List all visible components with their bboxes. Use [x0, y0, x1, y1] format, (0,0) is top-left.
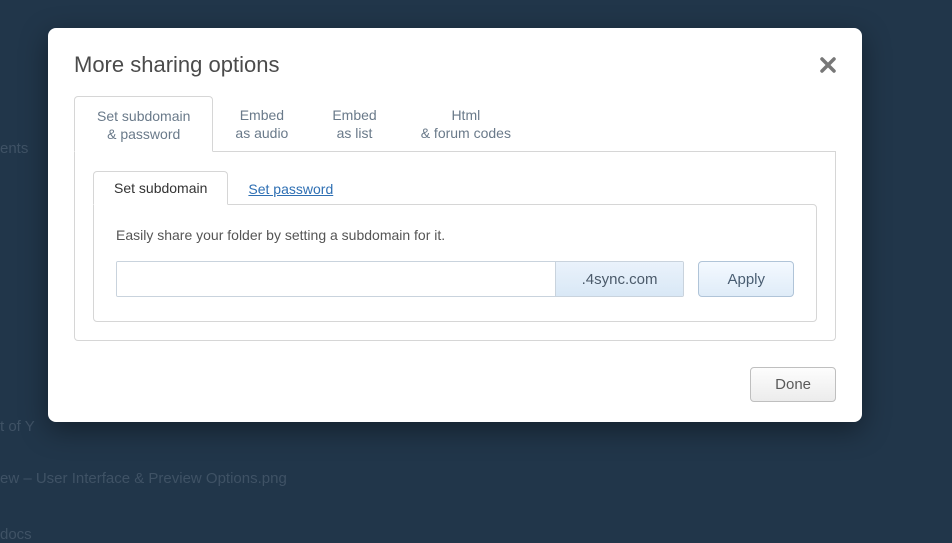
subdomain-row: .4sync.com Apply [116, 261, 794, 297]
tab-html-forum[interactable]: Html & forum codes [399, 96, 533, 151]
bg-text: t of Y [0, 418, 35, 435]
outer-tabs: Set subdomain & password Embed as audio … [74, 96, 836, 152]
inner-tabs: Set subdomain Set password [93, 170, 817, 205]
panel-description: Easily share your folder by setting a su… [116, 227, 794, 243]
outer-content: Set subdomain Set password Easily share … [74, 152, 836, 341]
inner-tab-label: Set subdomain [114, 180, 207, 196]
subdomain-panel: Easily share your folder by setting a su… [93, 204, 817, 322]
domain-suffix: .4sync.com [555, 262, 684, 296]
tab-label: & password [97, 125, 190, 143]
tab-label: as audio [235, 124, 288, 142]
bg-text: docs [0, 526, 32, 543]
sharing-options-modal: More sharing options Set subdomain & pas… [48, 28, 862, 422]
tab-subdomain-password[interactable]: Set subdomain & password [74, 96, 213, 152]
done-button[interactable]: Done [750, 367, 836, 402]
subdomain-input[interactable] [117, 262, 555, 296]
apply-button[interactable]: Apply [698, 261, 794, 297]
bg-text: ew – User Interface & Preview Options.pn… [0, 470, 287, 487]
close-icon[interactable] [820, 57, 836, 73]
tab-label: as list [332, 124, 376, 142]
tab-label: & forum codes [421, 124, 511, 142]
inner-tab-subdomain[interactable]: Set subdomain [93, 171, 228, 205]
modal-header: More sharing options [74, 52, 836, 78]
tab-label: Html [421, 106, 511, 124]
inner-tab-label: Set password [248, 181, 333, 197]
tab-embed-audio[interactable]: Embed as audio [213, 96, 310, 151]
tab-label: Set subdomain [97, 107, 190, 125]
tab-embed-list[interactable]: Embed as list [310, 96, 398, 151]
modal-footer: Done [74, 367, 836, 402]
bg-text: ents [0, 140, 28, 157]
modal-title: More sharing options [74, 52, 279, 78]
inner-tab-password[interactable]: Set password [228, 173, 353, 205]
subdomain-field-wrap: .4sync.com [116, 261, 684, 297]
tab-label: Embed [235, 106, 288, 124]
tab-label: Embed [332, 106, 376, 124]
